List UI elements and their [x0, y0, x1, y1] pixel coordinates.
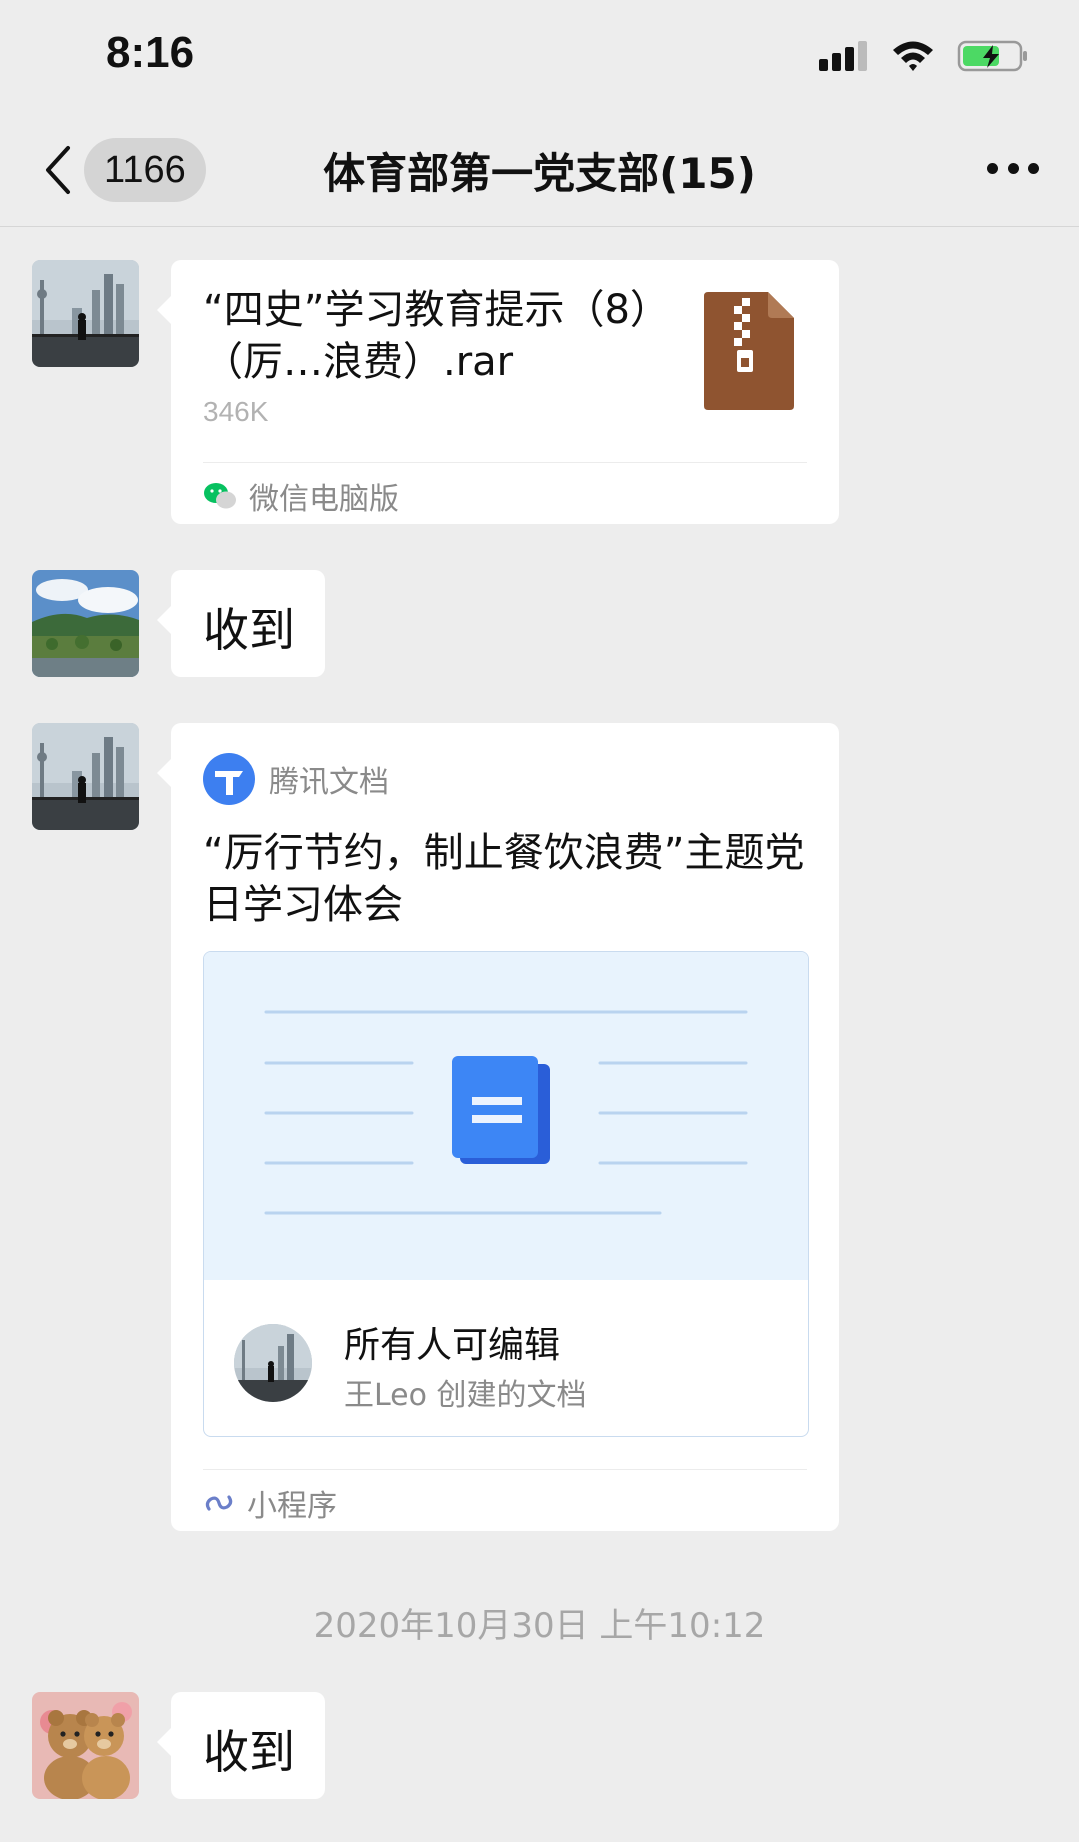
doc-preview — [204, 952, 808, 1280]
wechat-icon — [204, 483, 236, 509]
more-options-icon[interactable] — [987, 160, 1039, 176]
avatar[interactable] — [32, 570, 139, 677]
avatar[interactable] — [32, 723, 139, 830]
file-message-bubble[interactable]: “四史”学习教育提示（8）（厉…浪费）.rar 346K 微信电脑版 — [157, 260, 839, 524]
mini-program-icon — [205, 1495, 233, 1511]
status-time: 8:16 — [106, 28, 195, 77]
file-name: “四史”学习教育提示（8）（厉…浪费）.rar — [203, 287, 670, 385]
doc-app-header: 腾讯文档 — [203, 753, 389, 805]
doc-owner-avatar — [234, 1324, 312, 1402]
doc-title: “厉行节约，制止餐饮浪费”主题党日学习体会 — [203, 830, 805, 928]
message-text: 收到 — [203, 603, 295, 657]
chat-title: 体育部第一党支部(15) — [323, 149, 756, 198]
cellular-signal-icon — [819, 41, 867, 71]
source-row: 小程序 — [203, 1481, 337, 1525]
doc-creator: 王Leo 创建的文档 — [344, 1378, 587, 1413]
message-timestamp: 2020年10月30日 上午10:12 — [313, 1606, 766, 1646]
divider — [203, 1469, 807, 1470]
divider — [203, 462, 807, 463]
doc-message-bubble[interactable]: 腾讯文档 “厉行节约，制止餐饮浪费”主题党日学习体会 所有人可编辑 王Leo 创… — [157, 723, 839, 1531]
message-text: 收到 — [203, 1725, 295, 1779]
tencent-docs-icon — [203, 753, 255, 805]
source-row: 微信电脑版 — [203, 474, 399, 518]
doc-permission: 所有人可编辑 — [344, 1325, 561, 1366]
status-icons — [819, 36, 1029, 76]
text-message-bubble[interactable]: 收到 — [157, 570, 325, 677]
doc-app-name: 腾讯文档 — [269, 765, 389, 800]
battery-charging-icon — [957, 40, 1027, 72]
doc-card[interactable]: 所有人可编辑 王Leo 创建的文档 — [203, 951, 809, 1437]
avatar[interactable] — [32, 1692, 139, 1799]
source-label: 微信电脑版 — [249, 482, 399, 517]
file-size: 346K — [203, 396, 269, 427]
document-icon — [452, 1056, 550, 1164]
status-bar: 8:16 — [0, 0, 1079, 110]
avatar[interactable] — [32, 260, 139, 367]
chat-header: 1166 体育部第一党支部(15) — [0, 110, 1079, 227]
wifi-icon — [893, 41, 933, 71]
zip-file-icon — [704, 292, 794, 410]
text-message-bubble[interactable]: 收到 — [157, 1692, 325, 1799]
source-label: 小程序 — [247, 1489, 337, 1524]
